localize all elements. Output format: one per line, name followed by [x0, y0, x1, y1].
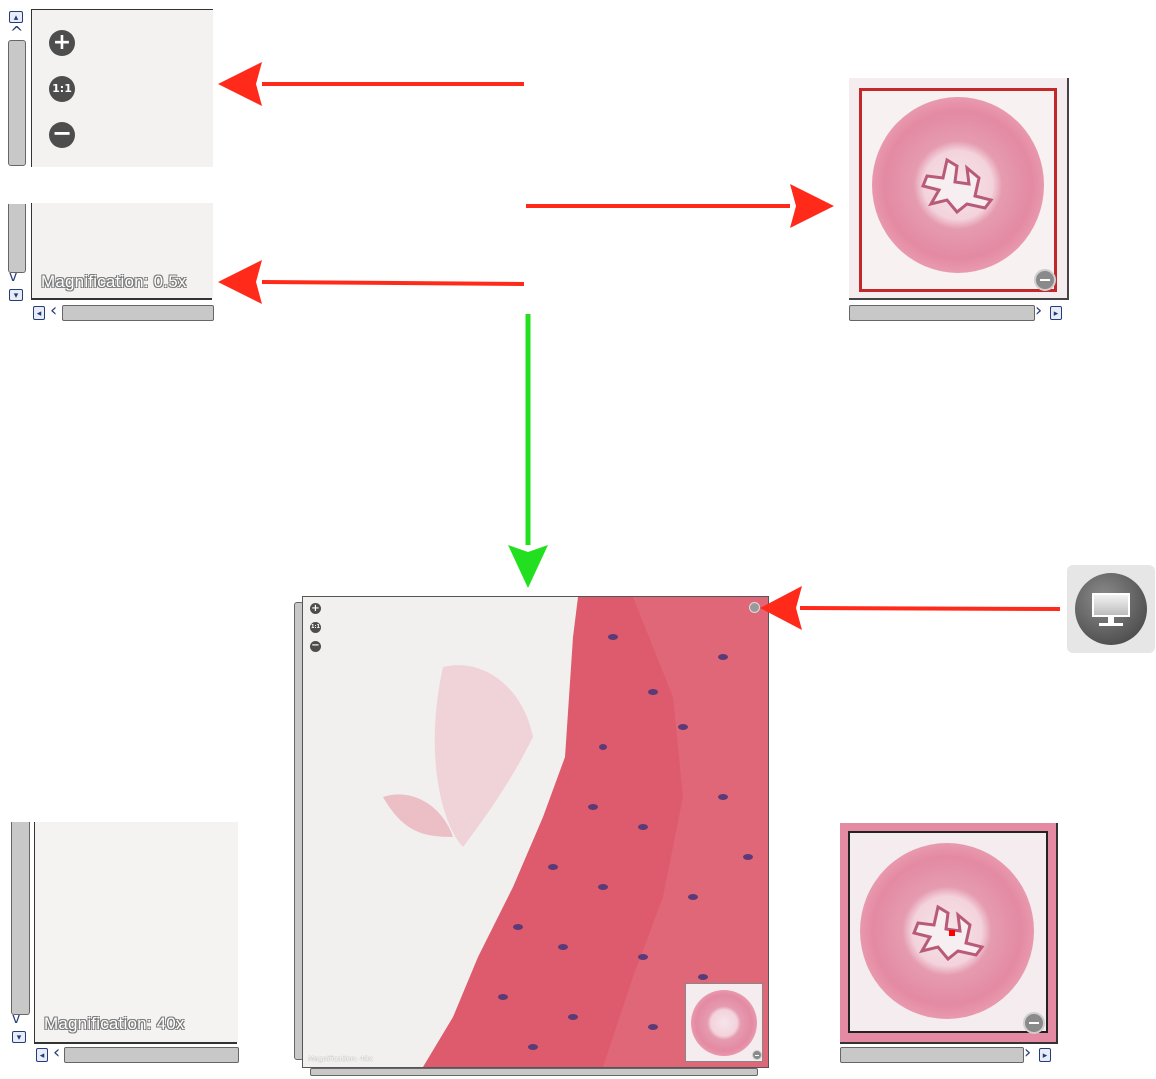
current-position-marker [949, 930, 955, 936]
vertical-scrollbar-track[interactable] [8, 204, 26, 273]
scroll-right-button[interactable]: ▸ [1050, 306, 1062, 320]
center-magnification-label: Magnification: 40x [308, 1055, 373, 1063]
horizontal-scrollbar-center[interactable] [310, 1068, 758, 1076]
arrow-to-overview [526, 184, 834, 228]
scroll-left-arrow-icon-2: ◂ [39, 1051, 45, 1061]
one-to-one-button[interactable]: 1:1 [49, 76, 75, 102]
horizontal-scrollbar-thumb-right[interactable] [849, 305, 1035, 321]
scroll-up-chevron-icon[interactable]: ^ [10, 25, 23, 41]
scroll-down-button-2[interactable]: ▾ [12, 1031, 26, 1043]
overview-inset[interactable] [685, 983, 763, 1062]
slide-viewport-40x[interactable]: Magnification: 40x [34, 822, 238, 1042]
one-to-one-button-center[interactable]: 1:1 [310, 622, 321, 633]
plus-icon-center: + [311, 603, 320, 614]
scroll-down-chevron-icon-2[interactable]: v [12, 1012, 20, 1026]
horizontal-scrollbar-thumb-right-2[interactable] [840, 1047, 1024, 1063]
chevron-left-icon: ‹ [50, 300, 58, 321]
slide-viewport-lower[interactable]: Magnification: 0.5x [31, 203, 213, 298]
magnification-label-40x: Magnification: 40x [44, 1014, 185, 1033]
fullscreen-toggle-button[interactable] [749, 602, 760, 613]
scroll-left-chevron-icon[interactable]: ‹ [50, 302, 57, 320]
vertical-scrollbar-thumb[interactable] [8, 40, 26, 166]
monitor-screen-icon [1092, 593, 1130, 617]
scroll-left-arrow-icon: ◂ [36, 309, 42, 319]
one-to-one-label-center: 1:1 [311, 624, 320, 630]
zoom-in-button[interactable]: + [49, 30, 75, 56]
zoom-out-button-center[interactable]: − [310, 641, 321, 652]
monitor-icon-panel [1067, 565, 1155, 653]
scroll-left-chevron-icon-2[interactable]: ‹ [53, 1044, 60, 1062]
scroll-right-chevron-icon-2[interactable]: › [1024, 1044, 1031, 1062]
scroll-down-button[interactable]: ▾ [9, 289, 23, 301]
overview-thumbnail[interactable] [849, 78, 1069, 300]
monitor-base-icon [1099, 623, 1123, 626]
arrow-to-main-viewer [508, 314, 548, 588]
horizontal-scrollbar-thumb-2[interactable] [64, 1047, 239, 1063]
arrow-to-fullscreen-toggle [760, 586, 1061, 630]
collapse-overview-button-2[interactable] [1023, 1012, 1045, 1034]
tissue-viewport[interactable]: + 1:1 − Magnification: 40x [302, 596, 769, 1068]
chevron-left-icon-2: ‹ [53, 1042, 61, 1063]
scroll-down-chevron-icon[interactable]: v [9, 270, 17, 284]
inset-tissue-image [691, 990, 757, 1056]
zoom-in-button-center[interactable]: + [310, 603, 321, 614]
overview-thumbnail-2[interactable] [840, 823, 1058, 1044]
scroll-right-button-2[interactable]: ▸ [1039, 1048, 1051, 1062]
viewport-bottom-border [31, 298, 212, 300]
zoom-out-button[interactable]: − [49, 119, 75, 148]
scroll-right-chevron-icon[interactable]: › [1035, 302, 1042, 320]
scroll-up-arrow-icon: ▴ [13, 13, 19, 23]
collapse-overview-button[interactable] [1034, 269, 1056, 291]
vertical-scrollbar-track-bottom[interactable] [11, 822, 30, 1015]
scroll-down-arrow-icon-2: ▾ [16, 1033, 22, 1043]
inset-collapse-button[interactable] [752, 1050, 762, 1060]
minus-icon: − [51, 119, 73, 147]
chevron-right-icon: › [1035, 300, 1043, 321]
lumen-outline [920, 157, 994, 215]
scroll-right-arrow-icon-2: ▸ [1042, 1051, 1048, 1061]
arrow-to-zoom-controls [218, 62, 524, 106]
magnification-label: Magnification: 0.5x [41, 272, 187, 291]
slide-viewport[interactable]: + 1:1 − [31, 9, 213, 167]
scroll-up-button[interactable]: ▴ [9, 11, 23, 23]
scroll-down-arrow-icon: ▾ [13, 291, 19, 301]
scroll-right-arrow-icon: ▸ [1053, 309, 1059, 319]
minus-icon-center: − [311, 640, 320, 651]
monitor-icon[interactable] [1075, 573, 1147, 645]
chevron-right-icon-2: › [1024, 1042, 1032, 1063]
horizontal-scrollbar-thumb[interactable] [62, 305, 214, 321]
scroll-left-button[interactable]: ◂ [33, 306, 45, 320]
plus-icon: + [52, 30, 72, 55]
one-to-one-label: 1:1 [52, 82, 72, 95]
viewport-bottom-border-2 [34, 1042, 237, 1044]
scroll-left-button-2[interactable]: ◂ [36, 1048, 48, 1062]
arrow-to-magnification [218, 260, 525, 304]
